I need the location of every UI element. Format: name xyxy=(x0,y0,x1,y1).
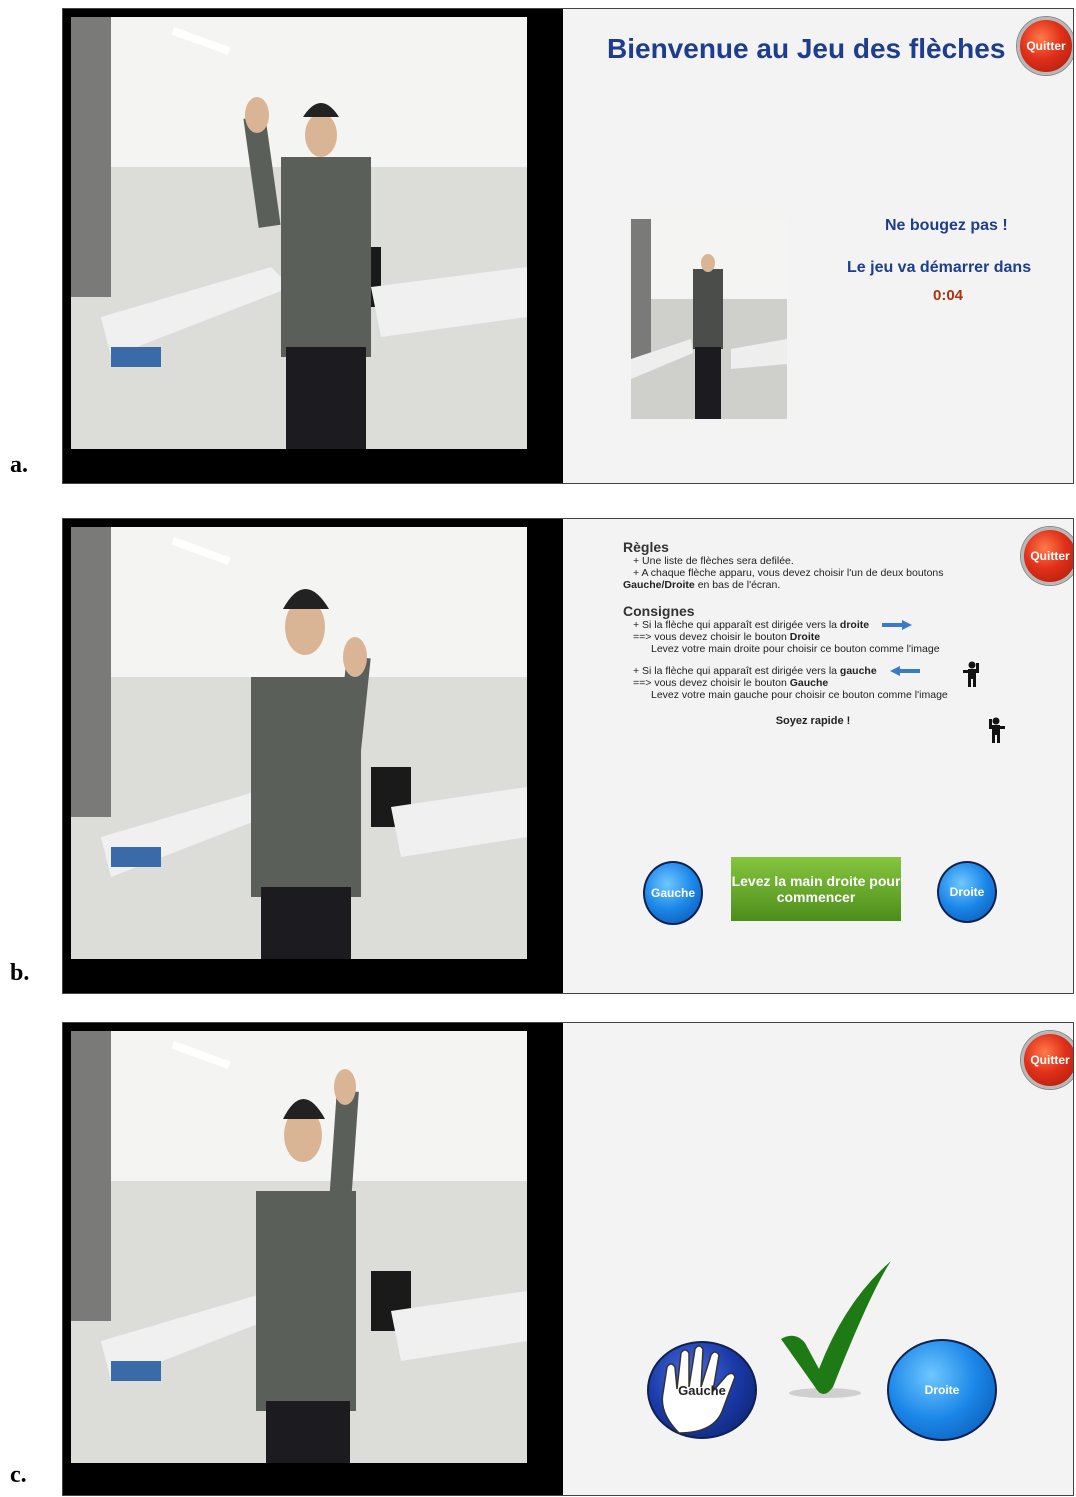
camera-feed xyxy=(63,1023,563,1495)
panel-a: Bienvenue au Jeu des flèches Quitter Ne … xyxy=(62,8,1074,484)
instruction-line: + Si la flèche qui apparaît est dirigée … xyxy=(623,665,1003,677)
right-button[interactable]: Droite xyxy=(937,861,997,923)
right-button[interactable]: Droite xyxy=(887,1339,997,1441)
panel-b: Quitter Règles + Une liste de flèches se… xyxy=(62,518,1074,994)
rules-heading: Règles xyxy=(623,539,669,555)
camera-feed xyxy=(63,519,563,993)
rules-screen: Quitter Règles + Une liste de flèches se… xyxy=(563,519,1073,993)
instruction-line: Levez votre main gauche pour choisir ce … xyxy=(651,689,948,701)
quit-button[interactable]: Quitter xyxy=(1021,527,1073,585)
game-result-screen: Quitter Gauche Droite xyxy=(563,1023,1073,1495)
left-arrow-icon xyxy=(889,666,920,677)
rules-block: Règles + Une liste de flèches sera defil… xyxy=(623,539,1003,727)
countdown-timer: 0:04 xyxy=(933,287,964,304)
camera-feed xyxy=(63,9,563,483)
page-title: Bienvenue au Jeu des flèches xyxy=(607,33,1006,64)
panel-label-b: b. xyxy=(10,960,30,986)
quit-button[interactable]: Quitter xyxy=(1021,1031,1073,1089)
raise-right-hand-icon xyxy=(963,661,979,687)
left-button-label: Gauche xyxy=(678,1382,726,1398)
rule-line: + Une liste de flèches sera defilée. xyxy=(633,555,794,567)
camera-thumbnail xyxy=(631,219,787,419)
check-mark-icon xyxy=(781,1261,891,1398)
left-button-selected[interactable]: Gauche xyxy=(647,1341,757,1439)
game-screen: Bienvenue au Jeu des flèches Quitter Ne … xyxy=(563,9,1073,483)
classroom-camera-image xyxy=(71,17,527,449)
instruction-line: + Si la flèche qui apparaît est dirigée … xyxy=(623,619,1003,631)
start-text: Le jeu va démarrer dans xyxy=(847,259,1032,276)
instruction-line: Levez votre main droite pour choisir ce … xyxy=(651,643,940,655)
panel-label-a: a. xyxy=(10,452,28,478)
instruction-line: ==> vous devez choisir le bouton Droite xyxy=(633,631,821,643)
rule-line: + A chaque flèche apparu, vous devez cho… xyxy=(633,567,944,579)
classroom-camera-image xyxy=(71,527,527,959)
panel-c: Quitter Gauche Droite xyxy=(62,1022,1074,1496)
raise-left-hand-icon xyxy=(989,717,1005,743)
consignes-heading: Consignes xyxy=(623,603,695,619)
right-arrow-icon xyxy=(882,620,913,631)
panel-label-c: c. xyxy=(10,1462,27,1488)
instruction-line: ==> vous devez choisir le bouton Gauche xyxy=(633,677,829,689)
rule-line: Gauche/Droite en bas de l'écran. xyxy=(623,579,781,591)
left-button[interactable]: Gauche xyxy=(643,861,703,925)
stay-still-message: Ne bougez pas ! xyxy=(885,217,1008,234)
hurry-message: Soyez rapide ! xyxy=(775,715,851,727)
start-button[interactable]: Levez la main droite pour commencer xyxy=(731,857,901,921)
classroom-camera-image xyxy=(71,1031,527,1463)
quit-button[interactable]: Quitter xyxy=(1017,17,1073,75)
